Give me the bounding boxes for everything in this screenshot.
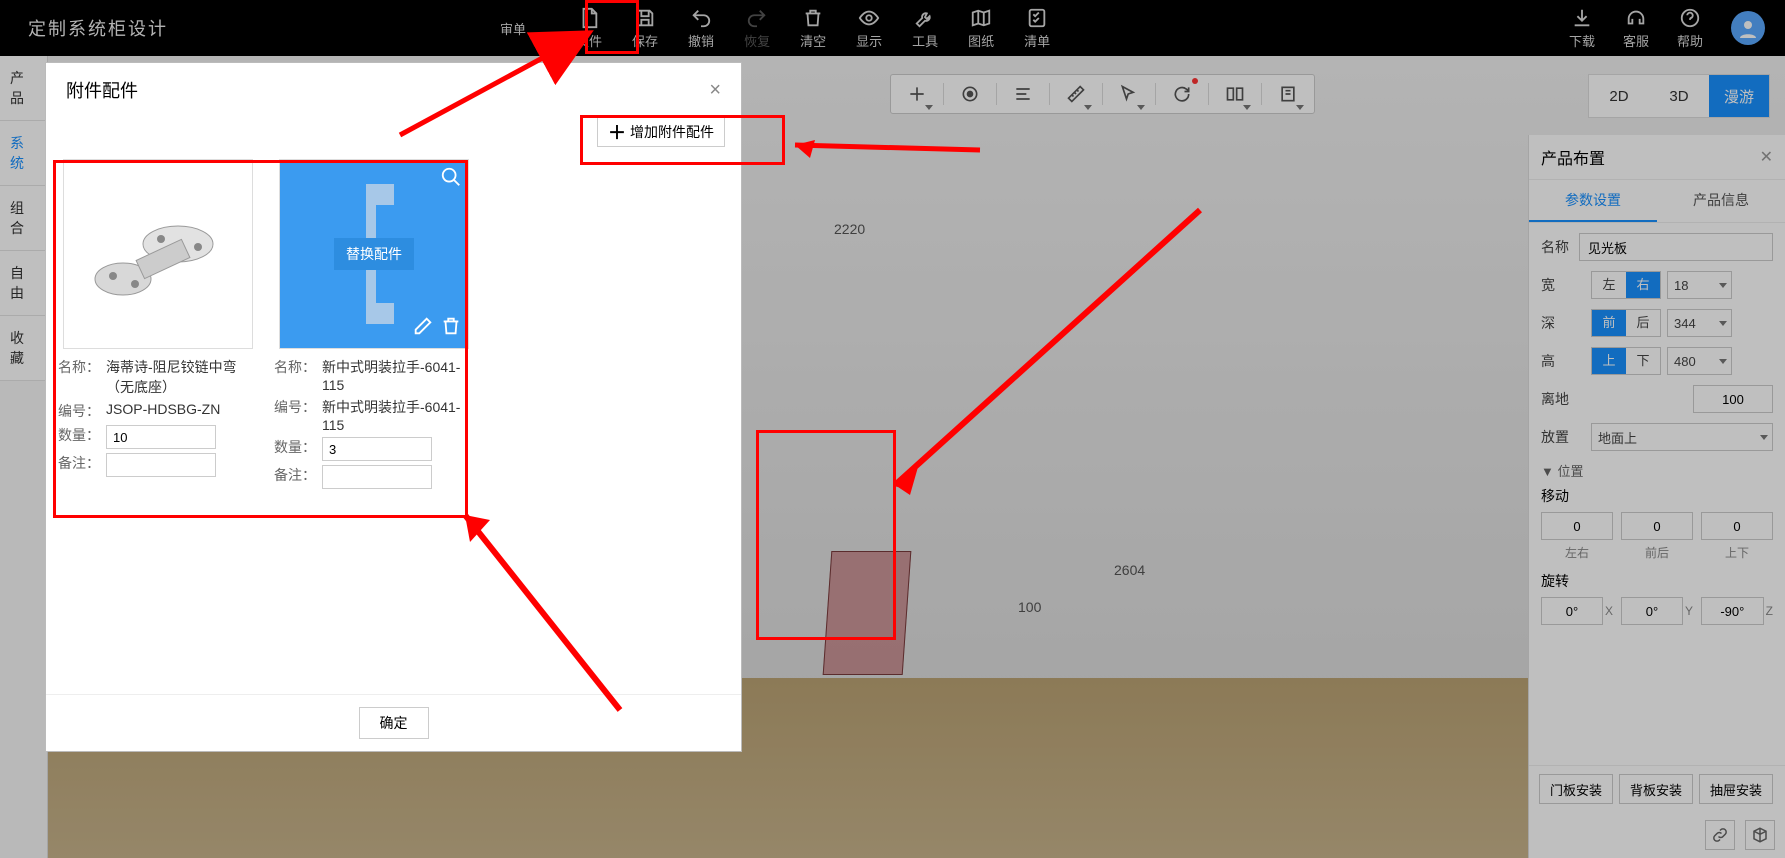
hinge-icon — [83, 194, 233, 314]
accessory-modal: 附件配件 × ＋ 增加附件配件 — [45, 62, 742, 752]
val-name-0: 海蒂诗-阻尼铰链中弯（无底座） — [106, 357, 258, 397]
lab-qty: 数量： — [274, 437, 322, 457]
modal-title: 附件配件 — [66, 77, 138, 103]
modal-close-icon[interactable]: × — [709, 79, 721, 102]
lab-name: 名称： — [274, 357, 322, 377]
accessory-card[interactable]: 名称：海蒂诗-阻尼铰链中弯（无底座） 编号：JSOP-HDSBG-ZN 数量： … — [58, 159, 258, 493]
input-qty-1[interactable] — [322, 437, 432, 461]
val-name-1: 新中式明装拉手-6041-115 — [322, 357, 474, 393]
plus-icon: ＋ — [608, 119, 626, 145]
val-code-1: 新中式明装拉手-6041-115 — [322, 397, 474, 433]
lab-name: 名称： — [58, 357, 106, 377]
delete-icon[interactable] — [440, 315, 462, 342]
lab-code: 编号： — [274, 397, 322, 417]
edit-icon[interactable] — [412, 315, 434, 342]
input-qty-0[interactable] — [106, 425, 216, 449]
lab-qty: 数量： — [58, 425, 106, 445]
accessory-thumb-handle[interactable]: 替换配件 — [279, 159, 469, 349]
replace-accessory-button[interactable]: 替换配件 — [334, 238, 414, 270]
input-note-1[interactable] — [322, 465, 432, 489]
accessory-card[interactable]: 替换配件 名称：新中式明装拉手-6041-115 编号：新中式明装拉手-6041… — [274, 159, 474, 493]
lab-note: 备注： — [58, 453, 106, 473]
zoom-icon[interactable] — [440, 166, 462, 193]
modal-ok-button[interactable]: 确定 — [359, 707, 429, 739]
add-accessory-button[interactable]: ＋ 增加附件配件 — [597, 117, 725, 147]
add-accessory-label: 增加附件配件 — [630, 122, 714, 142]
lab-note: 备注： — [274, 465, 322, 485]
input-note-0[interactable] — [106, 453, 216, 477]
val-code-0: JSOP-HDSBG-ZN — [106, 401, 258, 417]
accessory-grid: 名称：海蒂诗-阻尼铰链中弯（无底座） 编号：JSOP-HDSBG-ZN 数量： … — [58, 159, 729, 493]
modal-body: ＋ 增加附件配件 名称：海蒂诗-阻尼铰链中弯（无底座） — [46, 117, 741, 694]
modal-header: 附件配件 × — [46, 63, 741, 117]
modal-footer: 确定 — [46, 694, 741, 751]
lab-code: 编号： — [58, 401, 106, 421]
accessory-thumb-hinge[interactable] — [63, 159, 253, 349]
